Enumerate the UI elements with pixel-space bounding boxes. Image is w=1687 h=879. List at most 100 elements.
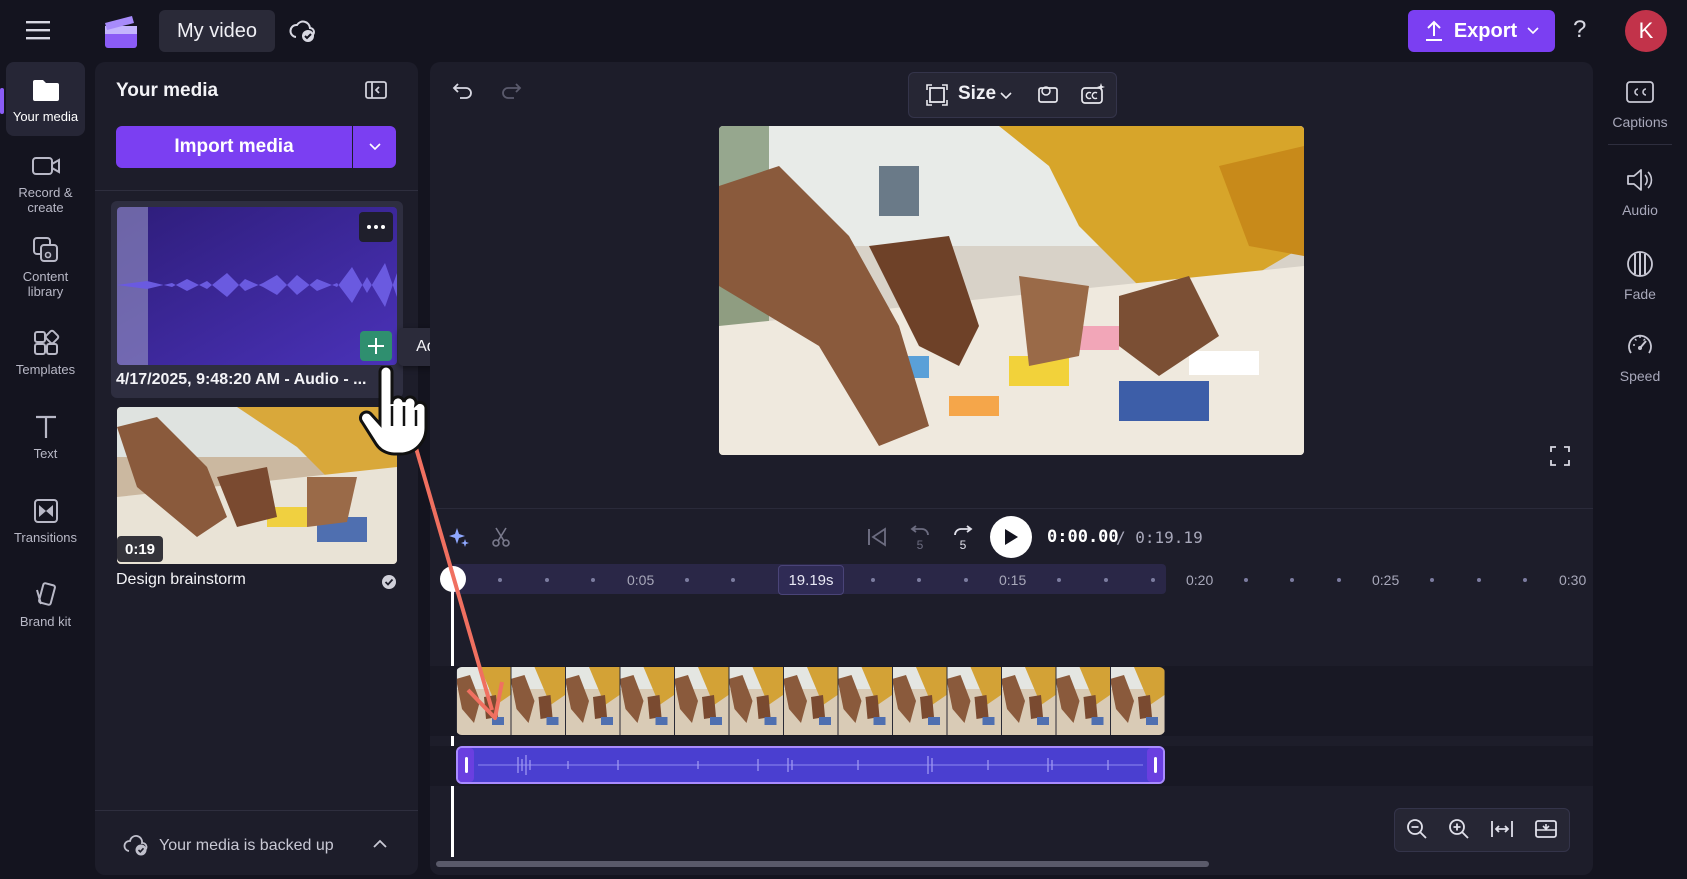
rail-item-content-library[interactable]: Content library xyxy=(6,232,85,302)
clipchamp-logo-icon xyxy=(102,14,140,50)
ruler-dot xyxy=(1151,578,1155,582)
duration-badge: 0:19 xyxy=(117,536,163,562)
ruler-dot xyxy=(1337,578,1341,582)
rail-item-transitions[interactable]: Transitions xyxy=(6,488,85,552)
chevron-down-icon[interactable] xyxy=(1000,92,1012,100)
undo-icon[interactable] xyxy=(452,80,474,102)
audio-clip-right-handle[interactable] xyxy=(1147,748,1163,782)
rail-item-templates[interactable]: Templates xyxy=(6,320,85,384)
skip-to-start-icon[interactable] xyxy=(866,527,888,547)
rail-item-brand-kit[interactable]: Brand kit xyxy=(6,572,85,636)
divider xyxy=(430,508,1593,509)
ruler-dot xyxy=(871,578,875,582)
chevron-down-icon xyxy=(1527,27,1539,35)
rail-label: Transitions xyxy=(13,529,78,545)
collapse-panel-icon[interactable] xyxy=(364,80,388,100)
play-button[interactable] xyxy=(990,516,1032,558)
cloud-check-icon xyxy=(123,833,149,857)
rail-item-text[interactable]: Text xyxy=(6,404,85,468)
ruler-dot xyxy=(591,578,595,582)
export-label: Export xyxy=(1453,19,1518,42)
divider xyxy=(95,190,418,191)
audio-clip[interactable] xyxy=(456,746,1165,784)
ruler-dot xyxy=(545,578,549,582)
ruler-dot xyxy=(1523,578,1527,582)
rail-item-your-media[interactable]: Your media xyxy=(6,62,85,136)
brand-kit-icon xyxy=(31,580,61,610)
import-dropdown-button[interactable] xyxy=(353,126,396,168)
add-to-timeline-button[interactable] xyxy=(360,331,392,361)
zoom-out-icon[interactable] xyxy=(1406,818,1428,840)
plus-icon xyxy=(367,337,385,355)
ruler-dot xyxy=(1057,578,1061,582)
forward-seconds: 5 xyxy=(959,538,967,552)
more-options-button[interactable] xyxy=(359,212,393,242)
audio-item-label: 4/17/2025, 9:48:20 AM - Audio - ... xyxy=(116,371,367,388)
video-preview[interactable] xyxy=(719,126,1304,455)
rail-item-captions[interactable]: Captions xyxy=(1600,76,1680,130)
import-media-button[interactable]: Import media xyxy=(116,126,352,168)
background-icon[interactable] xyxy=(1036,82,1060,106)
project-title[interactable]: My video xyxy=(159,10,276,52)
fit-to-width-icon[interactable] xyxy=(1490,818,1514,840)
forward-5-icon[interactable]: 5 xyxy=(951,524,975,552)
hamburger-menu-icon[interactable] xyxy=(26,19,52,41)
video-clip[interactable] xyxy=(456,667,1165,735)
fade-icon xyxy=(1624,248,1656,280)
speaker-icon xyxy=(1624,164,1656,196)
upload-icon xyxy=(1424,20,1444,42)
redo-icon[interactable] xyxy=(500,80,522,102)
cloud-sync-icon[interactable] xyxy=(289,18,317,44)
ruler-dot xyxy=(1244,578,1248,582)
camera-icon xyxy=(31,151,61,181)
rail-label: Speed xyxy=(1619,368,1661,384)
ruler-dot xyxy=(1477,578,1481,582)
audio-clip-left-handle[interactable] xyxy=(458,748,474,782)
current-time: 0:00.00 xyxy=(1047,527,1119,547)
ruler-tick-label: 0:15 xyxy=(999,572,1027,588)
size-dropdown[interactable]: Size xyxy=(958,83,996,105)
rail-item-record-create[interactable]: Record & create xyxy=(6,148,85,218)
templates-icon xyxy=(31,328,61,358)
ruler-tick-label: 0:20 xyxy=(1186,572,1214,588)
auto-captions-icon[interactable] xyxy=(1080,82,1106,106)
active-indicator xyxy=(0,88,4,114)
ruler-dot xyxy=(1290,578,1294,582)
rewind-seconds: 5 xyxy=(916,538,924,552)
zoom-in-icon[interactable] xyxy=(1448,818,1470,840)
rail-label: Fade xyxy=(1624,286,1656,302)
speedometer-icon xyxy=(1624,330,1656,362)
play-icon xyxy=(1003,528,1019,546)
export-button[interactable]: Export xyxy=(1408,10,1555,52)
timeline-scrollbar[interactable] xyxy=(436,861,1209,867)
chevron-up-icon[interactable] xyxy=(372,839,388,849)
divider xyxy=(95,810,418,811)
fullscreen-icon[interactable] xyxy=(1550,446,1570,466)
rewind-5-icon[interactable]: 5 xyxy=(908,524,932,552)
aspect-ratio-icon xyxy=(926,84,948,106)
avatar[interactable]: K xyxy=(1625,10,1667,52)
folder-icon xyxy=(31,75,61,105)
rail-label: Content library xyxy=(22,269,69,299)
ruler-tick-label: 0:25 xyxy=(1372,572,1400,588)
content-library-icon xyxy=(31,235,61,265)
timeline-expand-icon[interactable] xyxy=(1534,818,1558,840)
rail-item-fade[interactable]: Fade xyxy=(1600,248,1680,302)
rail-item-speed[interactable]: Speed xyxy=(1600,330,1680,384)
ruler-tick-label: 0:05 xyxy=(627,572,655,588)
transitions-icon xyxy=(31,496,61,526)
ruler-dot xyxy=(685,578,689,582)
captions-icon xyxy=(1624,76,1656,108)
chevron-down-icon xyxy=(368,143,381,151)
divider xyxy=(1608,144,1672,145)
more-icon xyxy=(367,225,385,229)
video-item-label: Design brainstorm xyxy=(116,571,246,588)
rail-item-audio[interactable]: Audio xyxy=(1600,164,1680,218)
help-icon[interactable]: ? xyxy=(1573,16,1586,44)
rail-label: Templates xyxy=(15,361,76,377)
rail-label: Captions xyxy=(1612,114,1668,130)
ruler-dot xyxy=(917,578,921,582)
rail-label: Audio xyxy=(1622,202,1658,218)
backup-status: Your media is backed up xyxy=(159,837,334,854)
ruler-dot xyxy=(1430,578,1434,582)
